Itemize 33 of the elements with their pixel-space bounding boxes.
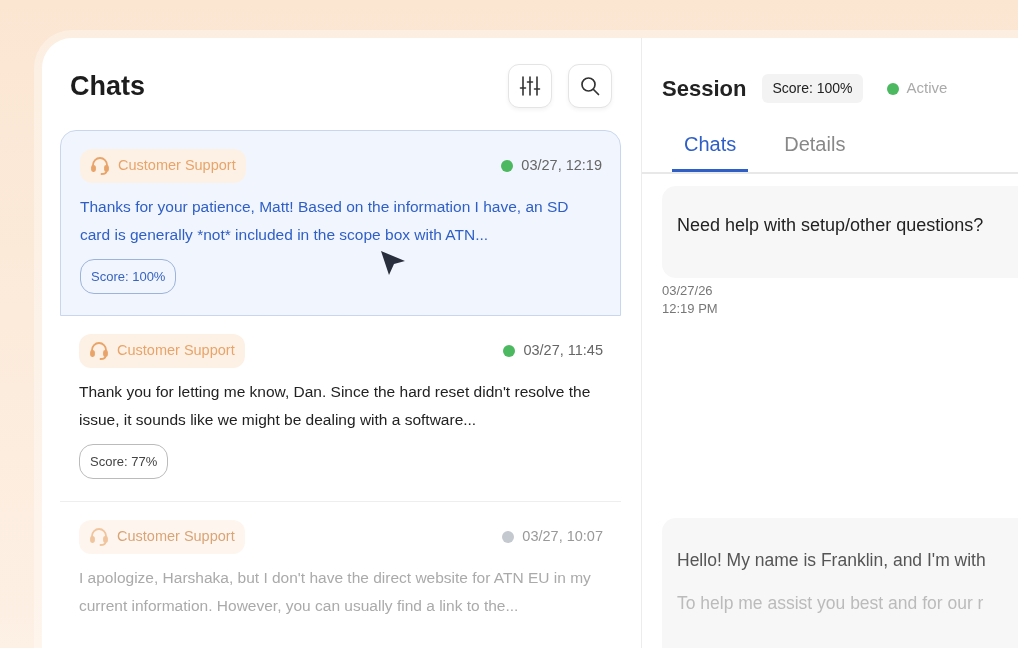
chat-time: 03/27, 10:07: [522, 527, 603, 546]
status-text: Active: [906, 78, 948, 99]
score-label: Score: 100%: [762, 74, 863, 103]
score-label: Score: 77%: [79, 443, 169, 480]
tab[interactable]: Details: [772, 129, 858, 172]
chat-item[interactable]: Customer Support 03/27, 12:19 Thanks for your patience, Matt! Based on the information I have, an SD card is generally *not* included in the scope box with ATN... Score: 100%: [60, 130, 621, 316]
category-tag: Customer Support: [79, 520, 245, 554]
search-icon: [580, 76, 600, 96]
chat-item[interactable]: Customer Support 03/27, 10:07 I apologize, Harshaka, but I don't have the direct website for ATN EU in my current information. However, you can usually find a link to the...: [60, 502, 621, 648]
headset-icon: [89, 526, 109, 547]
message-preview: Thanks for your patience, Matt! Based on the information I have, an SD card is generally *not* included in the scope box with ATN...: [80, 196, 570, 245]
headset-icon: [89, 340, 109, 361]
category-tag: Customer Support: [79, 334, 245, 368]
message-time: 12:19 PM: [662, 300, 719, 318]
sliders-icon: [519, 75, 541, 97]
message-preview: Thank you for letting me know, Dan. Since the hard reset didn't resolve the issue, it sounds like we might be dealing with a software...: [79, 381, 592, 430]
filter-button[interactable]: [508, 64, 552, 108]
category-tag: Customer Support: [80, 149, 246, 183]
cursor-icon: [379, 249, 407, 277]
chat-item[interactable]: Customer Support 03/27, 11:45 Thank you for letting me know, Dan. Since the hard reset didn't resolve the issue, it sounds like we might be dealing with a software... Score: 77%: [60, 316, 621, 502]
chat-time: 03/27, 11:45: [523, 341, 603, 360]
search-button[interactable]: [568, 64, 612, 108]
message-text: To help me assist you best and for our r: [677, 592, 985, 615]
message-preview: I apologize, Harshaka, but I don't have the direct website for ATN EU in my current information. However, you can usually find a link to the...: [79, 567, 592, 616]
panel-title: Chats: [70, 69, 145, 103]
message-text: Hello! My name is Franklin, and I'm with: [677, 549, 987, 572]
message-time: 03/27/26: [662, 282, 714, 300]
session-title: Session: [662, 75, 747, 103]
tab[interactable]: Chats: [672, 129, 749, 172]
message-text: Need help with setup/other questions?: [677, 214, 985, 237]
chat-time: 03/27, 12:19: [521, 156, 602, 175]
headset-icon: [90, 155, 110, 176]
score-label: Score: 100%: [80, 258, 177, 295]
